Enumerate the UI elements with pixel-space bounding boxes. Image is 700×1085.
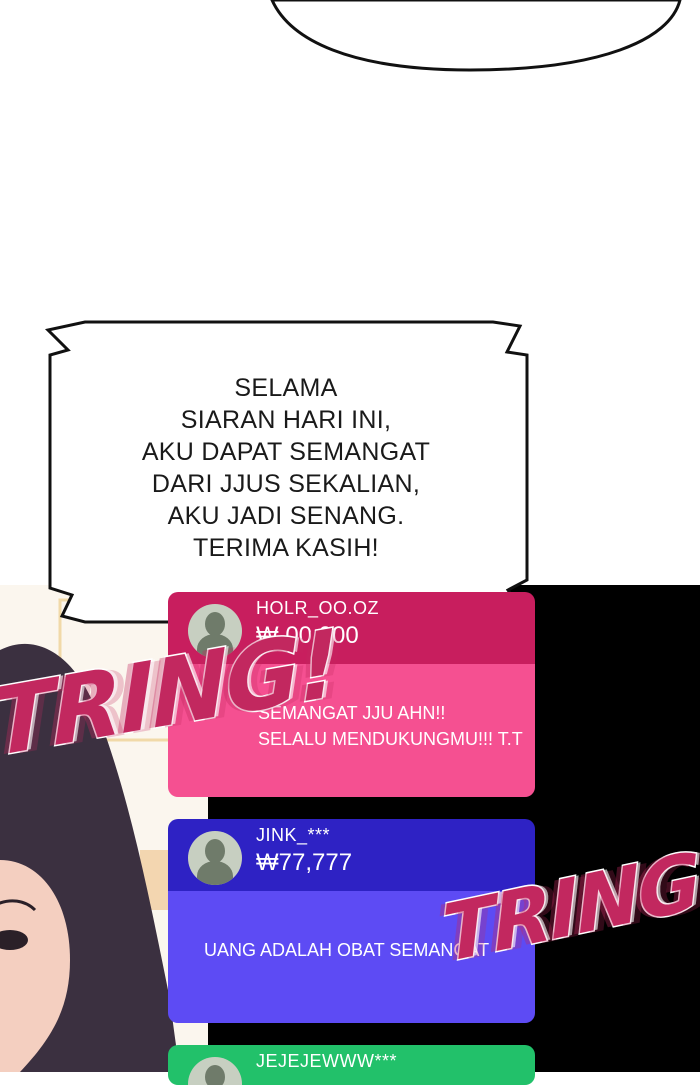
donation-amount: ₩77,777 <box>256 849 353 876</box>
bubble-line: SIARAN HARI INI, <box>180 406 392 434</box>
bubble-line: TERIMA KASIH! <box>193 534 379 562</box>
bubble-line: AKU DAPAT SEMANGAT <box>141 438 431 466</box>
avatar-icon <box>188 831 242 885</box>
donation-card-header: JEJEJEWWW*** <box>168 1045 535 1085</box>
donation-message-line: SELALU MENDUKUNGMU!!! T.T <box>258 729 523 749</box>
bubble-line: DARI JJUS SEKALIAN, <box>151 470 421 498</box>
speech-bubble-text: SELAMA SIARAN HARI INI, AKU DAPAT SEMANG… <box>100 372 472 564</box>
avatar-icon <box>188 1057 242 1085</box>
donor-name: JEJEJEWWW*** <box>256 1051 397 1071</box>
donation-card-header: JINK_*** ₩77,777 <box>168 819 535 891</box>
donor-name: JINK_*** <box>256 825 331 845</box>
top-speech-bubble <box>270 0 682 72</box>
bubble-line: AKU JADI SENANG. <box>167 502 405 530</box>
donation-card: JEJEJEWWW*** <box>168 1045 535 1085</box>
bubble-line: SELAMA <box>234 374 338 402</box>
